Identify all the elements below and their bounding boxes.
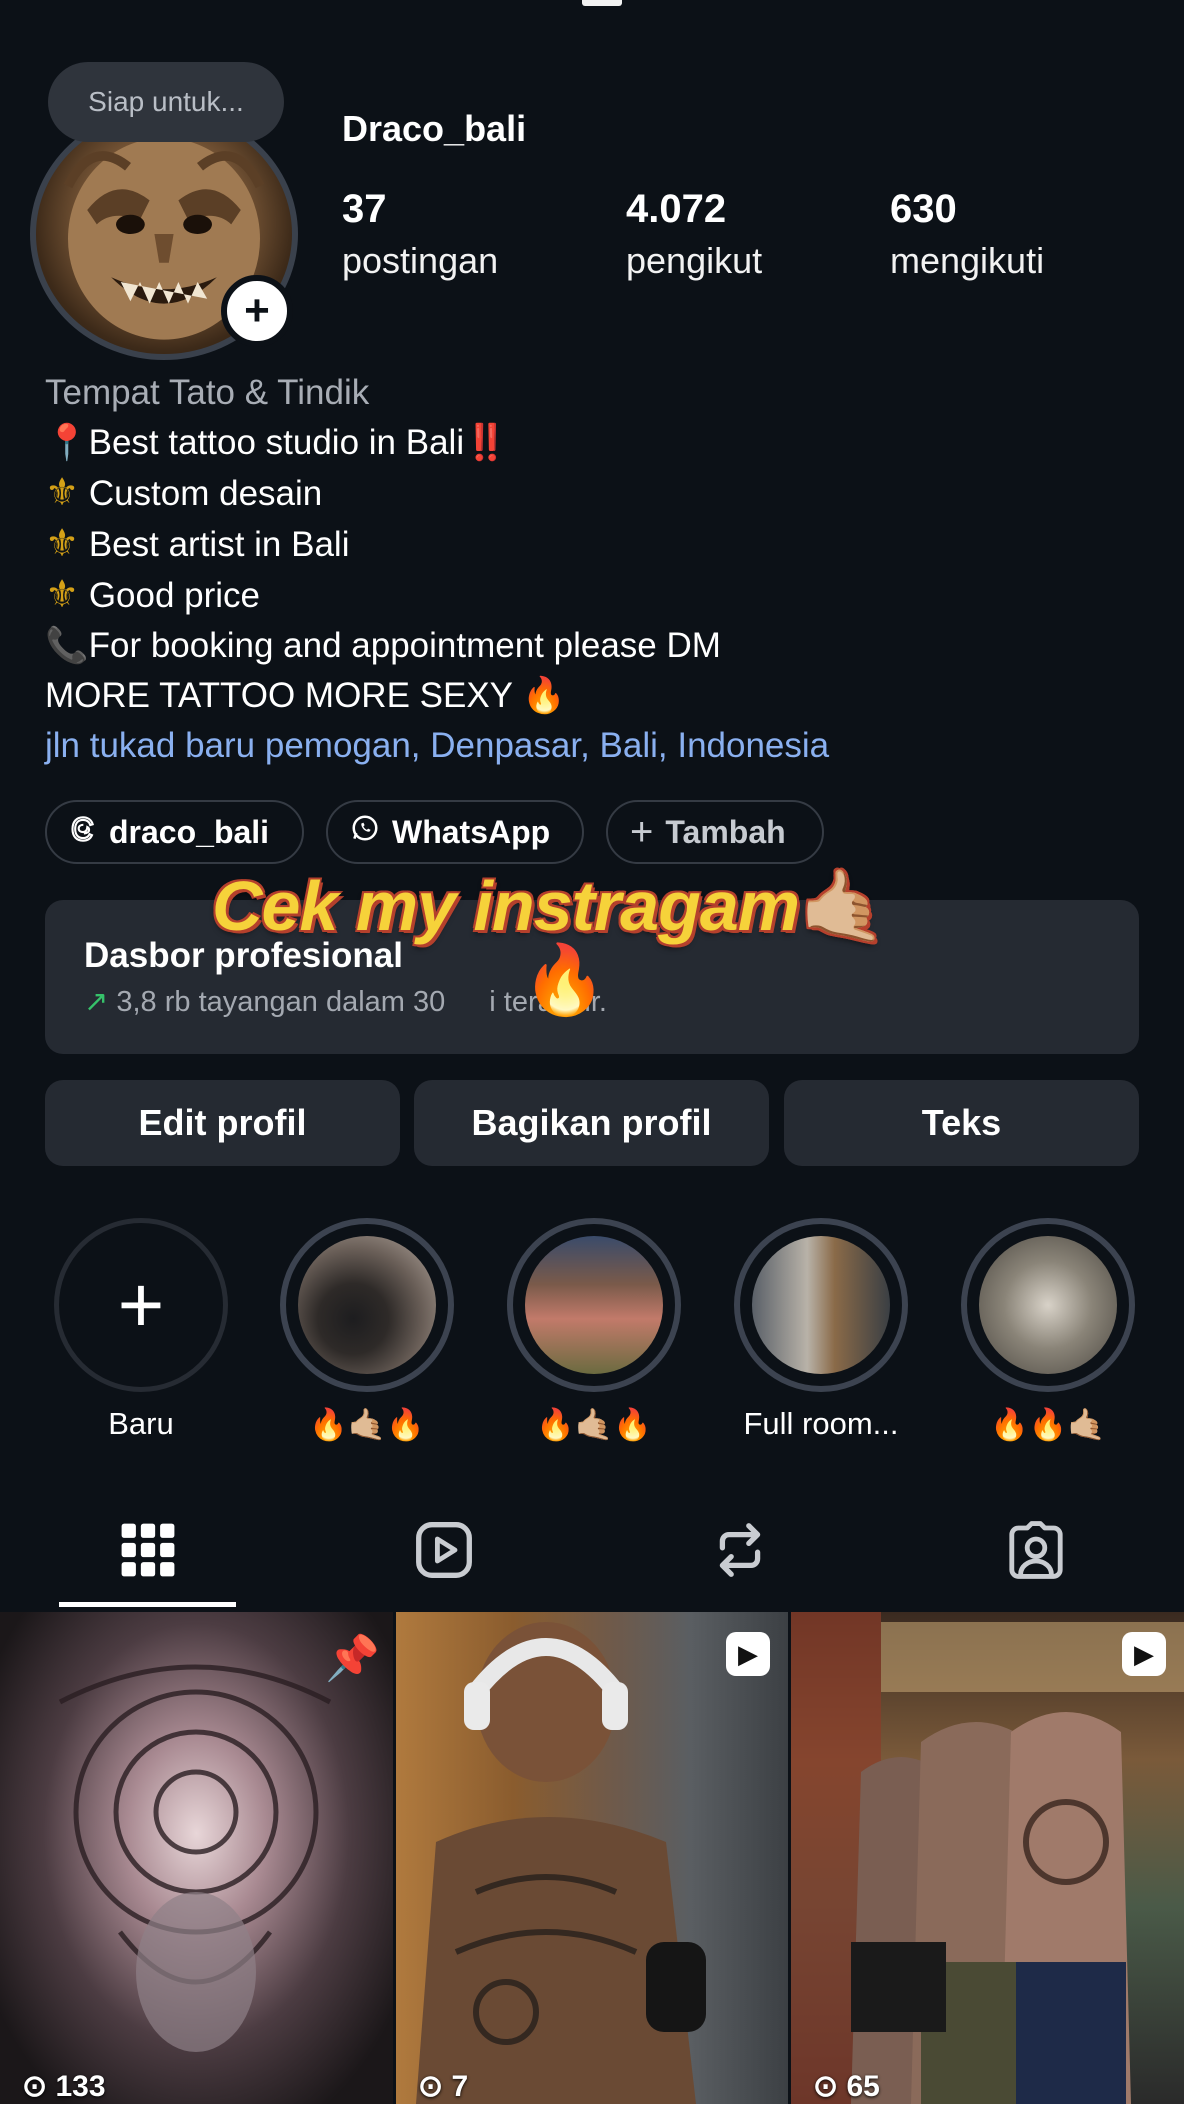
fire-icon: 🔥 <box>522 676 566 715</box>
highlight-label: 🔥🤙🏼🔥 <box>309 1407 425 1442</box>
view-count: ⊙ 65 <box>813 2070 880 2103</box>
group-tattoo-image <box>791 1612 1184 2104</box>
status-bar-fragment <box>582 0 622 6</box>
post-thumbnail[interactable]: 📌 ⊙ 133 <box>0 1612 393 2104</box>
reposts-icon[interactable] <box>707 1517 773 1583</box>
threads-icon <box>69 814 97 851</box>
whatsapp-icon <box>350 813 380 851</box>
bio-line: 📍Best tattoo studio in Bali‼️ <box>45 423 508 462</box>
highlight-thumbnail <box>752 1236 890 1374</box>
call-me-hand-icon: 🤙🏼 <box>799 867 886 945</box>
double-exclamation-icon: ‼️ <box>464 423 508 462</box>
edit-profile-button[interactable]: Edit profil <box>45 1080 400 1166</box>
highlight-label: 🔥🤙🏼🔥 <box>536 1407 652 1442</box>
highlight-thumbnail <box>979 1236 1117 1374</box>
plus-icon: + <box>117 1260 165 1349</box>
reels-icon[interactable] <box>411 1517 477 1583</box>
bio-line: ⚜ Best artist in Bali <box>45 523 350 565</box>
fleur-de-lis-icon: ⚜ <box>45 523 80 565</box>
add-link-chip[interactable]: + Tambah <box>606 800 824 864</box>
add-link-label: Tambah <box>665 813 786 850</box>
threads-handle: draco_bali <box>109 813 270 850</box>
post-thumbnail[interactable]: ▶ ⊙ 65 <box>791 1612 1184 2104</box>
highlight-item[interactable] <box>280 1218 454 1392</box>
plus-icon: + <box>630 809 654 854</box>
trend-up-icon: ↗ <box>84 986 109 1018</box>
highlight-label: 🔥🔥🤙🏼 <box>990 1407 1106 1442</box>
bio-line: 📞For booking and appointment please DM <box>45 626 721 665</box>
reel-badge-icon: ▶ <box>726 1632 770 1676</box>
threads-chip[interactable]: draco_bali <box>45 800 304 864</box>
following-label[interactable]: mengikuti <box>890 240 1044 282</box>
followers-label[interactable]: pengikut <box>626 240 762 282</box>
highlight-item[interactable] <box>734 1218 908 1392</box>
grid-icon[interactable] <box>115 1517 181 1583</box>
username: Draco_bali <box>342 108 527 149</box>
posts-label[interactable]: postingan <box>342 240 498 282</box>
active-tab-indicator <box>59 1602 236 1607</box>
fleur-de-lis-icon: ⚜ <box>45 472 80 514</box>
pin-icon: 📍 <box>45 423 89 462</box>
whatsapp-label: WhatsApp <box>392 813 551 850</box>
view-count: ⊙ 7 <box>418 2070 469 2103</box>
bio-line: MORE TATTOO MORE SEXY 🔥 <box>45 676 566 715</box>
highlight-thumbnail <box>525 1236 663 1374</box>
note-text: Siap untuk... <box>88 86 244 117</box>
new-highlight-button[interactable]: + <box>54 1218 228 1392</box>
reel-badge-icon: ▶ <box>1122 1632 1166 1676</box>
location-link[interactable]: jln tukad baru pemogan, Denpasar, Bali, … <box>45 721 829 771</box>
highlight-label: Baru <box>108 1406 174 1441</box>
phone-icon: 📞 <box>45 626 89 665</box>
posts-count[interactable]: 37 <box>342 187 387 232</box>
plus-icon: + <box>244 286 270 335</box>
add-story-button[interactable]: + <box>221 275 293 347</box>
pin-icon: 📌 <box>325 1634 380 1683</box>
post-thumbnail[interactable]: ▶ ⊙ 7 <box>396 1612 788 2104</box>
tagged-icon[interactable] <box>1003 1517 1069 1583</box>
bio-line: ⚜ Good price <box>45 574 261 616</box>
view-count: ⊙ 133 <box>22 2070 106 2103</box>
highlight-item[interactable] <box>507 1218 681 1392</box>
fleur-de-lis-icon: ⚜ <box>45 574 80 616</box>
tattoo-back-image <box>58 1664 332 2052</box>
fire-icon: 🔥 <box>522 942 607 1018</box>
bio: Tempat Tato & Tindik 📍Best tattoo studio… <box>45 368 829 771</box>
highlight-thumbnail <box>298 1236 436 1374</box>
share-profile-button[interactable]: Bagikan profil <box>414 1080 769 1166</box>
note-bubble[interactable]: Siap untuk... <box>48 62 284 142</box>
highlight-item[interactable] <box>961 1218 1135 1392</box>
following-count[interactable]: 630 <box>890 187 957 232</box>
bio-line: ⚜ Custom desain <box>45 472 323 514</box>
overlay-caption: Cek my instragam🤙🏼 <box>212 867 886 945</box>
highlight-label: Full room... <box>743 1406 899 1441</box>
whatsapp-chip[interactable]: WhatsApp <box>326 800 584 864</box>
followers-count[interactable]: 4.072 <box>626 187 726 232</box>
text-button[interactable]: Teks <box>784 1080 1139 1166</box>
tattooed-man-image <box>416 1622 706 2104</box>
profile-category: Tempat Tato & Tindik <box>45 373 370 412</box>
